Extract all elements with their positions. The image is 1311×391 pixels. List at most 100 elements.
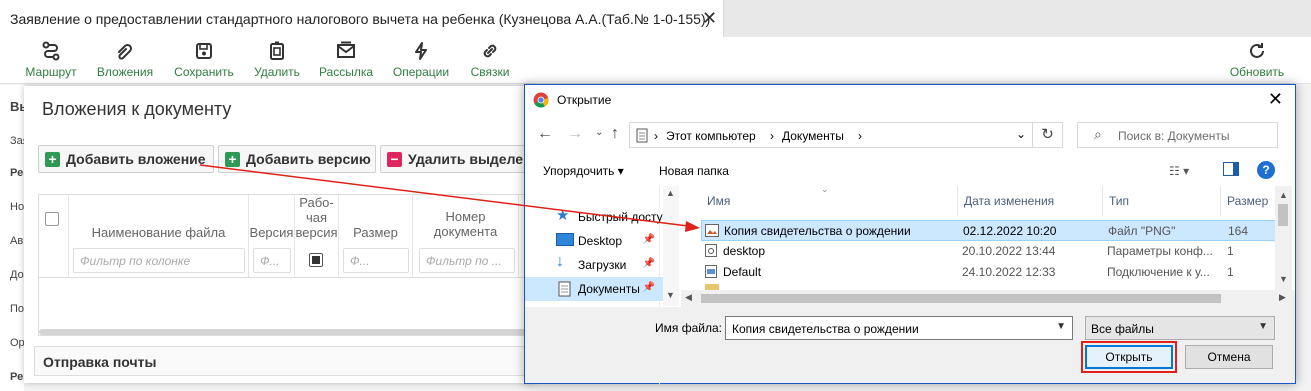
link-icon xyxy=(483,44,497,58)
attachments-table: Наименование файла Версия Рабо- чая верс… xyxy=(38,194,534,336)
refresh-icon xyxy=(1250,43,1264,58)
attachments-button[interactable]: Вложения xyxy=(94,37,156,83)
mailing-button[interactable]: Рассылка xyxy=(316,37,376,83)
delete-selected-button[interactable]: − Удалить выделен xyxy=(380,145,534,173)
operations-button[interactable]: Операции xyxy=(388,37,454,83)
connection-file-icon xyxy=(705,265,717,278)
up-arrow-icon[interactable]: ↑ xyxy=(611,125,619,143)
download-icon: ↓ xyxy=(556,253,564,270)
links-label: Связки xyxy=(470,65,510,79)
address-sep-icon: › xyxy=(770,129,774,143)
view-options-icon[interactable]: ☷ ▾ xyxy=(1169,164,1189,178)
floppy-icon xyxy=(196,43,212,59)
nav-item-documents[interactable]: Документы 📌 xyxy=(525,277,663,301)
address-documents[interactable]: Документы xyxy=(782,129,844,143)
horizontal-scrollbar[interactable] xyxy=(39,329,533,335)
route-label: Маршрут xyxy=(25,65,77,79)
filter-version-input[interactable]: Ф... xyxy=(253,248,291,273)
pin-icon: 📌 xyxy=(642,258,655,269)
refresh-location-icon[interactable]: ↻ xyxy=(1033,122,1063,148)
filename-input[interactable]: Копия свидетельства о рождении ▼ xyxy=(725,316,1073,340)
plus-icon: + xyxy=(225,152,240,167)
attachments-title: Вложения к документу xyxy=(42,99,232,119)
open-file-dialog: Открытие ✕ ← → ⌄ ↑ › Этот компьютер › До… xyxy=(524,84,1296,384)
star-icon: ★ xyxy=(556,207,570,224)
nav-item-quick-access[interactable]: ★ Быстрый доступ xyxy=(525,205,669,229)
route-button[interactable]: Маршрут xyxy=(20,37,82,83)
bg-label: Ор xyxy=(10,337,25,349)
forward-arrow-icon[interactable]: → xyxy=(567,125,583,143)
nav-item-downloads[interactable]: ↓ Загрузки 📌 xyxy=(525,253,663,277)
dialog-title: Открытие xyxy=(557,93,612,107)
add-version-button[interactable]: + Добавить версию xyxy=(218,145,376,173)
address-bar[interactable]: › Этот компьютер › Документы › ⌄ xyxy=(629,122,1033,148)
operations-label: Операции xyxy=(392,65,450,79)
select-all-column xyxy=(39,195,69,277)
dialog-close-icon[interactable]: ✕ xyxy=(1268,89,1283,110)
select-all-checkbox[interactable] xyxy=(45,212,59,226)
search-icon: ⌕ xyxy=(1094,126,1102,142)
filetype-select[interactable]: Все файлы ▼ xyxy=(1085,316,1275,340)
cancel-button[interactable]: Отмена xyxy=(1185,345,1273,369)
col-type[interactable]: Тип xyxy=(1103,186,1221,216)
col-modified[interactable]: Дата изменения xyxy=(958,186,1103,216)
dialog-titlebar[interactable]: Открытие ✕ xyxy=(525,85,1295,115)
address-computer[interactable]: Этот компьютер xyxy=(666,129,756,143)
filter-file-name-input[interactable]: Фильтр по колонке xyxy=(73,248,245,273)
file-list-vertical-scrollbar[interactable]: ▲ ▼ xyxy=(1275,186,1292,290)
bg-label: Ре xyxy=(10,167,24,179)
file-row[interactable]: desktop 20.10.2022 13:44 Параметры конф.… xyxy=(701,241,1277,262)
back-arrow-icon[interactable]: ← xyxy=(537,125,553,143)
new-folder-button[interactable]: Новая папка xyxy=(659,164,729,178)
attachments-label: Вложения xyxy=(96,65,154,79)
settings-file-icon xyxy=(705,244,717,257)
file-list-horizontal-scrollbar[interactable]: ◀ ▶ xyxy=(681,290,1295,307)
file-row[interactable]: Default 24.10.2022 12:33 Подключение к у… xyxy=(701,262,1277,283)
lightning-icon xyxy=(415,42,427,60)
pin-icon: 📌 xyxy=(642,234,655,245)
address-sep-icon: › xyxy=(654,129,658,143)
bg-label: Но xyxy=(10,201,25,213)
refresh-button[interactable]: Обновить xyxy=(1226,37,1288,83)
filter-size-input[interactable]: Ф... xyxy=(343,248,409,273)
save-button[interactable]: Сохранить xyxy=(170,37,238,83)
background-form: Вы Зая Ре Но Ав До По Ор Ре xyxy=(0,85,31,391)
save-label: Сохранить xyxy=(174,65,234,79)
mail-section[interactable]: Отправка почты xyxy=(34,346,534,376)
search-input[interactable]: ⌕ Поиск в: Документы xyxy=(1077,122,1278,148)
col-size[interactable]: Размер xyxy=(1221,186,1277,216)
delete-doc-icon xyxy=(270,41,284,60)
file-row[interactable]: Копия свидетельства о рождении 02.12.202… xyxy=(701,220,1277,241)
pin-icon: 📌 xyxy=(642,282,655,293)
desktop-folder-icon xyxy=(556,233,574,246)
plus-icon: + xyxy=(45,152,60,167)
documents-icon xyxy=(558,281,571,297)
nav-item-desktop[interactable]: Desktop 📌 xyxy=(525,229,663,253)
links-button[interactable]: Связки xyxy=(466,37,514,83)
add-attachment-button[interactable]: + Добавить вложение xyxy=(38,145,214,173)
help-icon[interactable]: ? xyxy=(1257,161,1275,179)
bg-label: Ав xyxy=(10,235,24,247)
header-divider xyxy=(39,277,533,278)
open-button[interactable]: Открыть xyxy=(1085,345,1173,369)
col-name[interactable]: Имя ⌄ xyxy=(701,184,958,216)
close-tab-icon[interactable]: ✕ xyxy=(702,9,717,27)
organize-menu[interactable]: Упорядочить ▾ xyxy=(543,164,624,178)
address-dropdown-icon[interactable]: ⌄ xyxy=(1016,127,1026,141)
nav-scrollbar[interactable]: ▲ ▼ xyxy=(663,186,679,306)
preview-pane-icon[interactable] xyxy=(1223,162,1239,176)
mail-section-title: Отправка почты xyxy=(43,354,157,370)
filter-doc-number-input[interactable]: Фильтр по ... xyxy=(419,248,515,273)
delete-button[interactable]: Удалить xyxy=(248,37,306,83)
filter-working-checkbox[interactable] xyxy=(309,253,323,267)
bg-label: По xyxy=(10,303,25,315)
paperclip-icon xyxy=(118,43,133,60)
address-sep-icon: › xyxy=(858,129,862,143)
delete-label: Удалить xyxy=(254,65,300,79)
chevron-down-icon[interactable]: ▼ xyxy=(1056,321,1066,332)
attachments-panel: Вложения к документу + Добавить вложение… xyxy=(24,86,534,383)
file-list: Имя ⌄ Дата изменения Тип Размер Копия сви… xyxy=(681,184,1277,304)
mailing-label: Рассылка xyxy=(318,65,374,79)
recent-locations-icon[interactable]: ⌄ xyxy=(595,127,603,138)
document-tab[interactable]: Заявление о предоставлении стандартного … xyxy=(0,0,724,37)
